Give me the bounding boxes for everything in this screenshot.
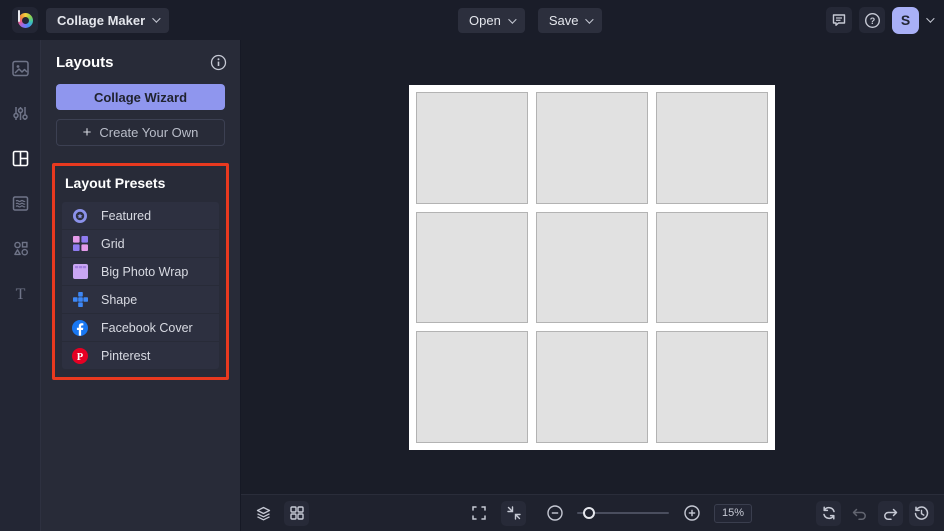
sidebar-item-patterns[interactable] [6,189,34,217]
preset-item-facebook-cover[interactable]: Facebook Cover [62,314,219,341]
save-button[interactable]: Save [537,8,603,33]
layout-presets-highlight-box: Layout Presets Featured Grid Big Photo W… [52,163,229,380]
help-icon[interactable]: ? [859,7,885,33]
patterns-icon [12,195,28,211]
chat-icon[interactable] [826,7,852,33]
reset-icon[interactable] [816,500,841,526]
preset-label: Pinterest [101,348,151,363]
topbar-right: ? S [826,6,935,34]
layout-presets-title: Layout Presets [65,175,166,191]
facebook-icon [72,319,88,336]
graphics-shapes-icon [13,241,28,256]
preset-label: Facebook Cover [101,320,193,335]
sidebar-item-layouts[interactable] [6,144,34,172]
layout-presets-list: Featured Grid Big Photo Wrap Shape Faceb… [62,202,219,369]
open-button[interactable]: Open [458,8,525,33]
shape-preset-icon [72,292,88,308]
collage-canvas[interactable] [409,85,775,450]
preset-item-pinterest[interactable]: P Pinterest [62,342,219,369]
sidebar-item-text[interactable]: T [6,279,34,307]
chevron-down-icon [585,14,595,24]
fit-screen-icon[interactable] [501,500,526,526]
account-chevron-down-icon[interactable] [926,14,935,23]
svg-text:?: ? [869,16,875,26]
bottom-toolbar: 15% [241,494,944,531]
zoom-slider-handle[interactable] [583,507,595,519]
image-manager-icon [11,60,29,76]
preset-item-big-photo-wrap[interactable]: Big Photo Wrap [62,258,219,285]
preset-item-grid[interactable]: Grid [62,230,219,257]
collage-cell[interactable] [656,331,768,443]
collage-cell[interactable] [416,211,528,324]
collage-wizard-button[interactable]: Collage Wizard [56,84,225,110]
preset-label: Featured [101,208,152,223]
avatar-initial: S [900,12,911,28]
app-menu-button[interactable]: Collage Maker [46,7,170,33]
info-icon[interactable] [210,54,227,71]
history-icon[interactable] [909,500,934,526]
collage-cell[interactable] [416,92,528,204]
svg-text:P: P [77,352,84,363]
collage-cell[interactable] [536,211,648,324]
text-icon: T [15,286,25,303]
befunky-logo-icon[interactable] [12,7,38,33]
redo-icon[interactable] [878,500,903,526]
file-actions: Open Save [458,8,603,33]
big-photo-wrap-icon [72,264,88,280]
app-menu-label: Collage Maker [57,12,146,28]
tool-rail: T [0,40,41,531]
collage-cell[interactable] [536,331,648,443]
avatar[interactable]: S [892,6,919,34]
svg-text:T: T [15,286,25,303]
edit-sliders-icon [12,106,28,120]
chevron-down-icon [507,14,517,24]
preset-label: Big Photo Wrap [101,264,189,279]
featured-badge-icon [72,208,88,224]
layers-icon[interactable] [251,501,276,526]
preset-item-featured[interactable]: Featured [62,202,219,229]
save-label: Save [548,13,579,28]
preset-label: Grid [101,236,125,251]
preset-label: Shape [101,292,138,307]
collage-cell[interactable] [656,211,768,324]
zoom-controls: 15% [466,500,752,526]
create-your-own-button[interactable]: + Create Your Own [56,119,225,146]
grid-preset-icon [72,236,88,252]
history-controls [816,500,934,526]
create-your-own-label: Create Your Own [99,125,199,140]
zoom-in-icon[interactable] [679,501,704,526]
sidebar-item-graphics[interactable] [6,234,34,262]
top-bar: Collage Maker Open Save ? S [0,0,944,40]
zoom-out-icon[interactable] [542,501,567,526]
collage-cell[interactable] [416,331,528,443]
undo-icon[interactable] [847,501,872,526]
preset-item-shape[interactable]: Shape [62,286,219,313]
pinterest-icon: P [72,347,88,364]
zoom-level-value[interactable]: 15% [714,503,752,523]
collage-cell[interactable] [536,92,648,204]
plus-icon: + [82,124,92,141]
workspace: 15% [241,40,944,531]
collage-cell[interactable] [656,92,768,204]
layouts-panel: Layouts Collage Wizard + Create Your Own… [41,40,241,531]
chevron-down-icon [152,14,161,23]
panel-title: Layouts [56,54,114,71]
open-label: Open [469,13,501,28]
layouts-icon [12,150,28,166]
sidebar-item-edit[interactable] [6,99,34,127]
sidebar-item-image-manager[interactable] [6,54,34,82]
fullscreen-icon[interactable] [466,501,491,526]
zoom-slider[interactable] [577,507,669,519]
apps-grid-icon[interactable] [284,500,309,526]
